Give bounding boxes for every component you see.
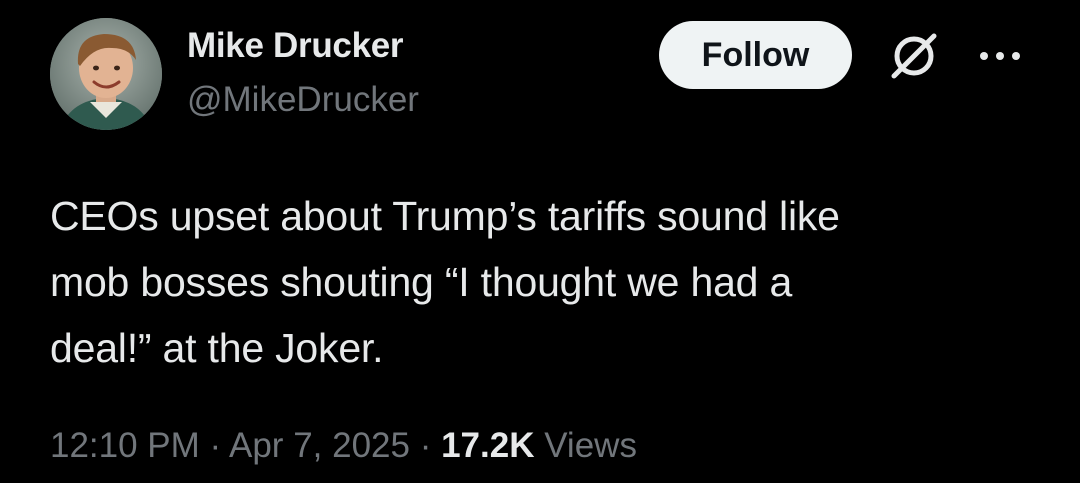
follow-button[interactable]: Follow	[659, 21, 852, 89]
tweet-time[interactable]: 12:10 PM	[50, 426, 200, 465]
views-count[interactable]: 17.2K	[441, 426, 534, 465]
author-name[interactable]: Mike Drucker	[187, 26, 404, 66]
meta-separator: ·	[199, 426, 229, 465]
tweet-meta: 12:10 PM · Apr 7, 2025 · 17.2K Views	[50, 426, 637, 466]
tweet: Mike Drucker @MikeDrucker Follow CEOs up…	[0, 0, 1080, 483]
grok-icon[interactable]	[888, 30, 940, 82]
author-avatar[interactable]	[50, 18, 162, 130]
views-label: Views	[534, 426, 637, 465]
more-options-icon[interactable]	[972, 38, 1028, 74]
avatar-photo-icon	[50, 18, 162, 130]
tweet-text: CEOs upset about Trump’s tariffs sound l…	[50, 193, 840, 371]
meta-separator: ·	[409, 426, 442, 465]
author-handle[interactable]: @MikeDrucker	[187, 80, 419, 120]
tweet-date[interactable]: Apr 7, 2025	[229, 426, 410, 465]
